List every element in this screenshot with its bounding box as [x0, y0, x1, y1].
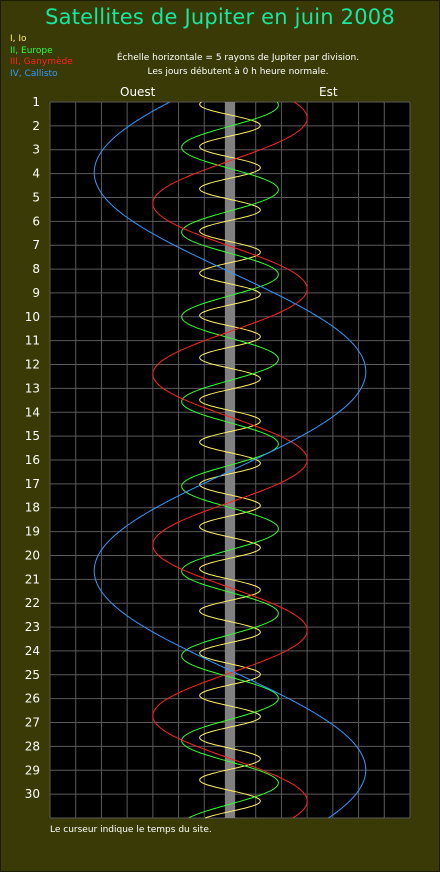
y-tick-label: 6: [32, 214, 40, 228]
y-tick-label: 29: [25, 763, 40, 777]
y-tick-label: 1: [32, 95, 40, 109]
y-tick-label: 3: [32, 143, 40, 157]
y-tick-label: 5: [32, 190, 40, 204]
y-tick-label: 15: [25, 429, 40, 443]
y-tick-label: 2: [32, 119, 40, 133]
y-tick-label: 16: [25, 453, 40, 467]
y-tick-label: 27: [25, 716, 40, 730]
y-tick-label: 30: [25, 787, 40, 801]
y-tick-label: 9: [32, 286, 40, 300]
y-tick-label: 24: [25, 644, 40, 658]
y-tick-label: 10: [25, 310, 40, 324]
y-tick-label: 23: [25, 620, 40, 634]
y-tick-label: 19: [25, 525, 40, 539]
y-tick-label: 26: [25, 692, 40, 706]
jupiter-satellites-chart: 1234567891011121314151617181920212223242…: [25, 95, 411, 819]
jupiter-band: [224, 102, 236, 818]
y-tick-label: 4: [32, 167, 40, 181]
y-tick-label: 18: [25, 501, 40, 515]
footer-note: Le curseur indique le temps du site.: [50, 825, 212, 835]
y-tick-label: 28: [25, 739, 40, 753]
y-tick-label: 7: [32, 238, 40, 252]
y-tick-label: 22: [25, 596, 40, 610]
y-tick-label: 20: [25, 548, 40, 562]
y-tick-label: 12: [25, 358, 40, 372]
y-tick-label: 11: [25, 334, 40, 348]
y-tick-label: 17: [25, 477, 40, 491]
y-tick-label: 14: [25, 405, 40, 419]
y-tick-label: 25: [25, 668, 40, 682]
y-tick-label: 8: [32, 262, 40, 276]
y-tick-label: 13: [25, 381, 40, 395]
y-tick-label: 21: [25, 572, 40, 586]
